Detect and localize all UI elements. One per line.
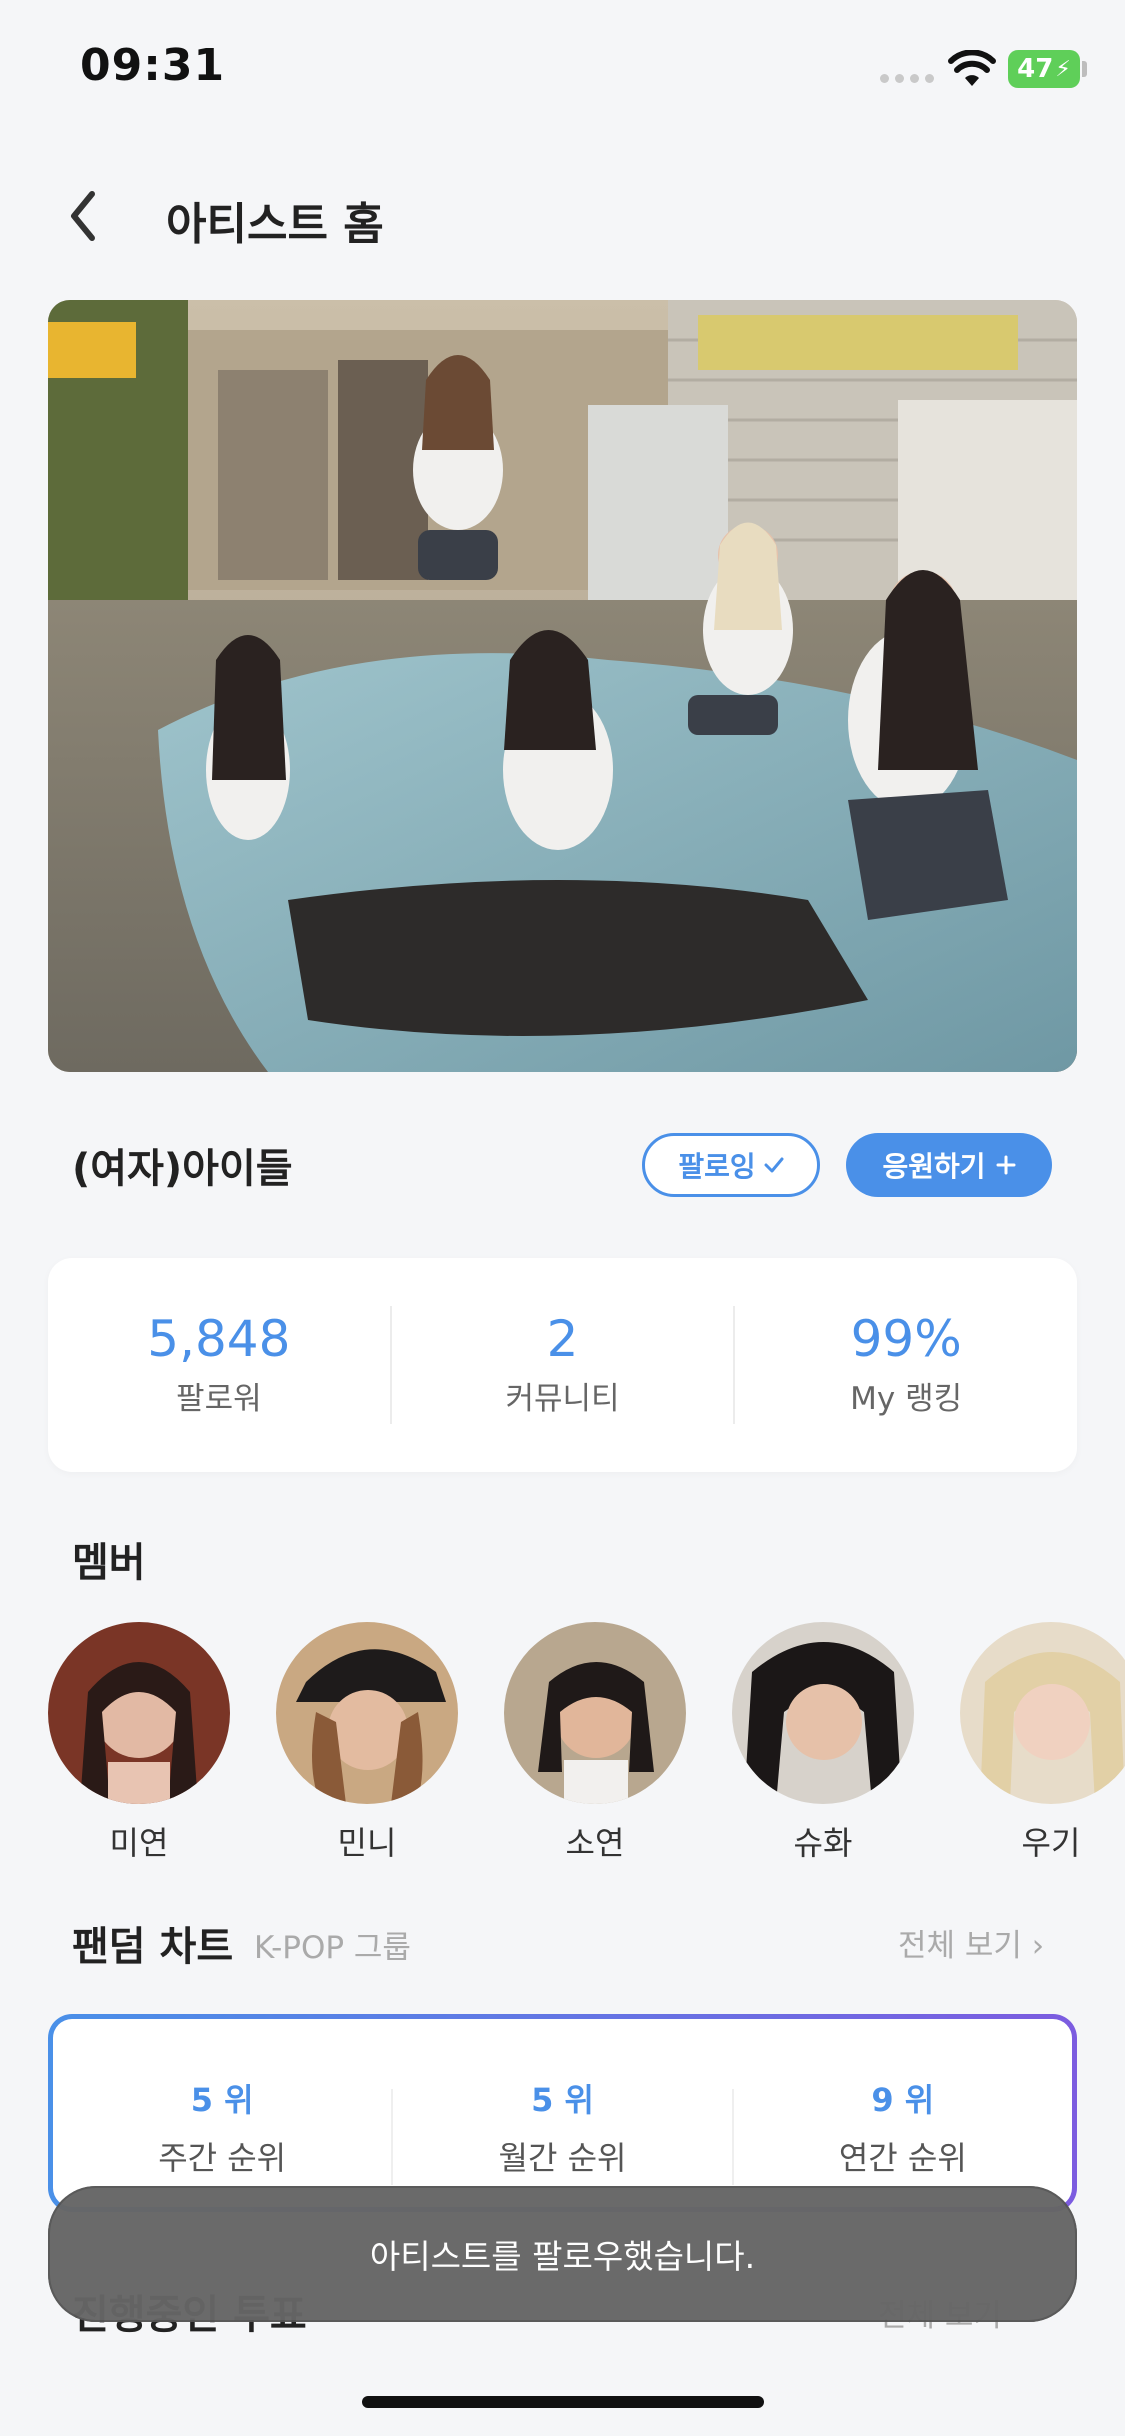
battery-cap: [1082, 61, 1087, 77]
view-all-link[interactable]: 전체 보기 ›: [898, 1920, 1044, 1965]
weekly-rank: 5 위 주간 순위: [53, 2075, 391, 2179]
support-button[interactable]: 응원하기: [846, 1133, 1052, 1197]
cellular-signal-icon: [880, 74, 936, 84]
member-avatar: [276, 1622, 458, 1804]
check-icon: [764, 1157, 784, 1173]
member-item[interactable]: 슈화: [732, 1622, 914, 1864]
battery-level: 47: [1017, 54, 1054, 84]
yearly-rank: 9 위 연간 순위: [734, 2075, 1072, 2179]
member-name: 민니: [337, 1824, 397, 1862]
member-avatar: [960, 1622, 1125, 1804]
toast-text: 아티스트를 팔로우했습니다.: [369, 2237, 756, 2276]
member-avatar: [48, 1622, 230, 1804]
followers-label: 팔로워: [176, 1381, 262, 1417]
stats-card: 5,848 팔로워 2 커뮤니티 99% My 랭킹: [48, 1258, 1077, 1472]
member-item[interactable]: 미연: [48, 1622, 230, 1864]
monthly-rank: 5 위 월간 순위: [393, 2075, 731, 2179]
yearly-rank-value: 9 위: [871, 2081, 935, 2119]
yearly-rank-label: 연간 순위: [838, 2139, 967, 2177]
back-icon[interactable]: [62, 186, 106, 246]
stat-followers[interactable]: 5,848 팔로워: [48, 1312, 390, 1418]
member-item[interactable]: 소연: [504, 1622, 686, 1864]
my-ranking-value: 99%: [850, 1310, 962, 1368]
community-count: 2: [546, 1310, 579, 1368]
view-all-label: 전체 보기: [898, 1928, 1022, 1964]
fandom-chart-title: 팬덤 차트: [72, 1924, 234, 1970]
member-item[interactable]: 민니: [276, 1622, 458, 1864]
member-name: 소연: [565, 1824, 625, 1862]
member-avatar: [732, 1622, 914, 1804]
artist-hero-image: [48, 300, 1077, 1072]
support-label: 응원하기: [882, 1150, 986, 1183]
weekly-rank-value: 5 위: [190, 2081, 254, 2119]
member-name: 슈화: [793, 1824, 853, 1862]
community-label: 커뮤니티: [505, 1381, 620, 1417]
following-button[interactable]: 팔로잉: [642, 1133, 820, 1197]
member-item[interactable]: 우기: [960, 1622, 1125, 1864]
member-avatar: [504, 1622, 686, 1804]
plus-icon: [996, 1155, 1016, 1175]
chevron-right-icon: ›: [1021, 1928, 1045, 1964]
wifi-icon: [948, 50, 996, 86]
monthly-rank-value: 5 위: [531, 2081, 594, 2119]
home-indicator[interactable]: [362, 2396, 764, 2408]
monthly-rank-label: 월간 순위: [498, 2139, 627, 2177]
fandom-rank-card[interactable]: 5 위 주간 순위 5 위 월간 순위 9 위 연간 순위: [48, 2014, 1077, 2212]
stat-my-ranking[interactable]: 99% My 랭킹: [735, 1312, 1077, 1418]
followers-count: 5,848: [147, 1310, 291, 1368]
fandom-chart-category: K-POP 그룹: [254, 1930, 411, 1966]
artist-name: (여자)아이들: [72, 1146, 293, 1192]
weekly-rank-label: 주간 순위: [158, 2139, 287, 2177]
following-label: 팔로잉: [678, 1150, 756, 1183]
status-time: 09:31: [80, 40, 226, 91]
page-title: 아티스트 홈: [166, 199, 384, 250]
members-section-title: 멤버: [72, 1540, 146, 1586]
battery-icon: 47 ⚡: [1008, 50, 1080, 88]
stat-community[interactable]: 2 커뮤니티: [392, 1312, 734, 1418]
member-name: 우기: [1021, 1824, 1081, 1862]
my-ranking-label: My 랭킹: [850, 1381, 963, 1417]
toast-message: 아티스트를 팔로우했습니다.: [48, 2186, 1077, 2322]
member-name: 미연: [109, 1824, 169, 1862]
